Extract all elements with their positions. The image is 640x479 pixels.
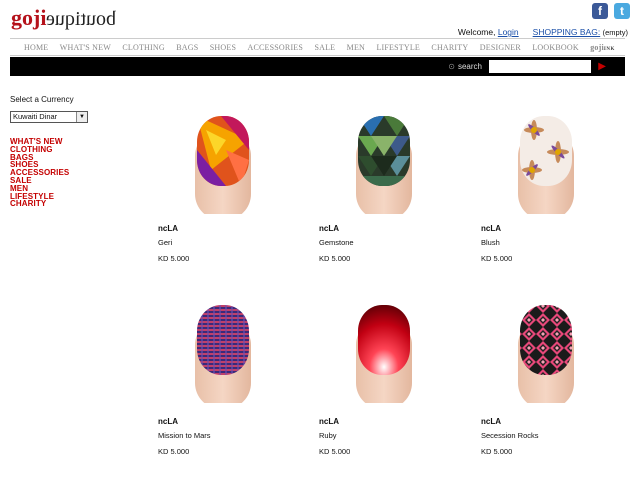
product-name[interactable]: Ruby <box>319 431 337 440</box>
logo-boutique: boutique <box>46 8 117 30</box>
nail-floral-icon[interactable] <box>494 110 598 214</box>
chevron-down-icon[interactable]: ▼ <box>76 112 87 122</box>
login-link[interactable]: Login <box>498 27 519 37</box>
shopping-bag-status: (empty) <box>602 28 628 37</box>
nav-gojiink[interactable]: gojiINK <box>590 43 615 52</box>
product-card[interactable]: ncLA Gemstone KD 5.000 <box>319 110 459 265</box>
product-brand: ncLA <box>319 417 339 426</box>
product-price: KD 5.000 <box>319 447 351 456</box>
search-label-text: search <box>457 62 482 71</box>
product-brand: ncLA <box>481 224 501 233</box>
logo-goji: goji <box>11 5 47 30</box>
nail-pink-aztec-icon[interactable] <box>494 299 598 403</box>
welcome-text: Welcome, Login <box>458 27 519 37</box>
nav-clothing[interactable]: CLOTHING <box>122 43 164 52</box>
nav-accessories[interactable]: ACCESSORIES <box>248 43 304 52</box>
nav-men[interactable]: MEN <box>347 43 365 52</box>
shopping-bag-link[interactable]: SHOPPING BAG: <box>533 27 601 37</box>
nav-shoes[interactable]: SHOES <box>210 43 236 52</box>
gojiink-b: INK <box>603 46 615 52</box>
search-bar: ⊙ search ▶ <box>10 57 625 76</box>
product-brand: ncLA <box>481 417 501 426</box>
product-price: KD 5.000 <box>481 254 513 263</box>
product-brand: ncLA <box>158 417 178 426</box>
product-card[interactable]: ncLA Mission to Mars KD 5.000 <box>158 299 298 459</box>
category-list: WHAT'S NEW CLOTHING BAGS SHOES ACCESSORI… <box>10 138 69 208</box>
product-name[interactable]: Gemstone <box>319 238 354 247</box>
currency-value: Kuwaiti Dinar <box>13 112 58 121</box>
product-price: KD 5.000 <box>319 254 351 263</box>
nav-designer[interactable]: DESIGNER <box>480 43 521 52</box>
site-logo[interactable]: gojiboutique <box>11 5 117 31</box>
account-bar: Welcome, Login SHOPPING BAG: (empty) <box>458 27 628 37</box>
nav-whats-new[interactable]: WHAT'S NEW <box>60 43 111 52</box>
nail-red-burst-icon[interactable] <box>332 299 436 403</box>
nav-lifestyle[interactable]: LIFESTYLE <box>376 43 420 52</box>
social-links: f t <box>592 3 630 19</box>
search-label: ⊙ search <box>448 62 482 71</box>
nail-purple-stripes-icon[interactable] <box>171 299 275 403</box>
product-price: KD 5.000 <box>158 254 190 263</box>
facebook-icon[interactable]: f <box>592 3 608 19</box>
nail-teal-gemstone-icon[interactable] <box>332 110 436 214</box>
nav-bags[interactable]: BAGS <box>176 43 198 52</box>
currency-label: Select a Currency <box>10 95 74 104</box>
nav-sale[interactable]: SALE <box>314 43 335 52</box>
currency-select[interactable]: Kuwaiti Dinar ▼ <box>10 111 88 123</box>
twitter-icon[interactable]: t <box>614 3 630 19</box>
main-nav: HOME WHAT'S NEW CLOTHING BAGS SHOES ACCE… <box>10 38 625 56</box>
search-icon: ⊙ <box>448 62 455 71</box>
nail-orange-geometric-icon[interactable] <box>171 110 275 214</box>
category-charity[interactable]: CHARITY <box>10 200 69 208</box>
product-card[interactable]: ncLA Ruby KD 5.000 <box>319 299 459 459</box>
shopping-bag: SHOPPING BAG: (empty) <box>533 27 628 37</box>
product-name[interactable]: Blush <box>481 238 500 247</box>
nav-home[interactable]: HOME <box>24 43 48 52</box>
product-brand: ncLA <box>158 224 178 233</box>
product-card[interactable]: ncLA Geri KD 5.000 <box>158 110 298 265</box>
search-go-icon[interactable]: ▶ <box>598 60 606 73</box>
nav-lookbook[interactable]: LOOKBOOK <box>532 43 579 52</box>
product-brand: ncLA <box>319 224 339 233</box>
product-card[interactable]: ncLA Secession Rocks KD 5.000 <box>481 299 621 459</box>
product-card[interactable]: ncLA Blush KD 5.000 <box>481 110 621 265</box>
nav-charity[interactable]: CHARITY <box>431 43 468 52</box>
product-name[interactable]: Secession Rocks <box>481 431 539 440</box>
product-name[interactable]: Geri <box>158 238 172 247</box>
product-price: KD 5.000 <box>481 447 513 456</box>
product-price: KD 5.000 <box>158 447 190 456</box>
gojiink-a: goji <box>590 42 604 52</box>
search-input[interactable] <box>489 60 591 73</box>
welcome-label: Welcome, <box>457 27 496 37</box>
product-name[interactable]: Mission to Mars <box>158 431 211 440</box>
